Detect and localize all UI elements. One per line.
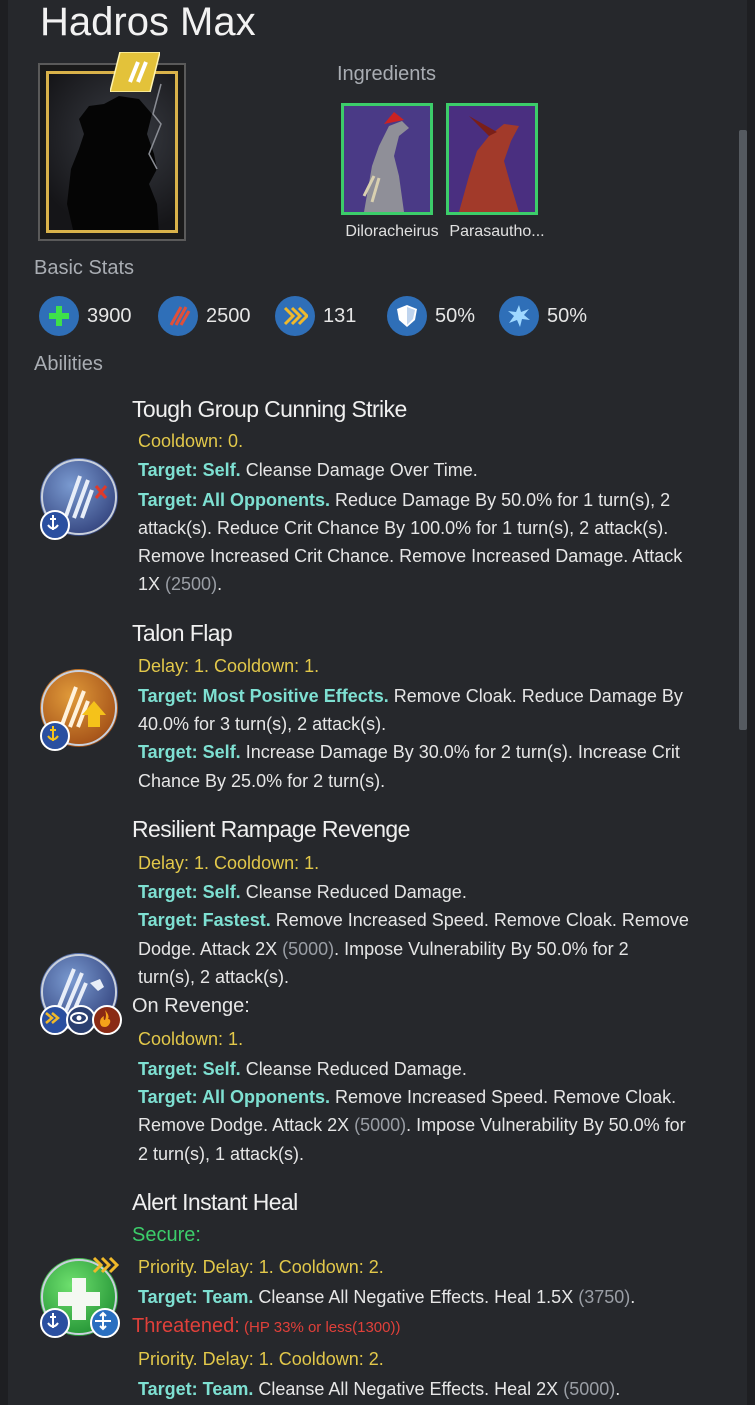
ability-icon[interactable] bbox=[40, 953, 122, 1035]
portrait-frame bbox=[46, 71, 178, 233]
page-title: Hadros Max bbox=[40, 0, 256, 44]
ingredient-name: Parasautho... bbox=[449, 223, 545, 240]
scrollbar[interactable] bbox=[739, 130, 747, 730]
stat-crit: 50% bbox=[499, 296, 587, 336]
ability-effect: Target: Self. Cleanse Reduced Damage. bbox=[138, 882, 467, 902]
ingredient-name: Diloracheirus bbox=[345, 223, 439, 240]
ingredient-card[interactable]: Diloracheirus bbox=[341, 103, 439, 240]
ingredient-card[interactable]: Parasautho... bbox=[446, 103, 545, 240]
ability-effect: Target: Self. Increase Damage By 30.0% f… bbox=[138, 742, 680, 762]
ability-cooldown: Priority. Delay: 1. Cooldown: 2. bbox=[138, 1349, 384, 1369]
damage-icon bbox=[158, 296, 198, 336]
rarity-badge-icon bbox=[110, 52, 160, 92]
health-icon bbox=[39, 296, 79, 336]
stat-speed: 131 bbox=[275, 296, 356, 336]
ability-effect: Dodge. Attack 2X (5000). Impose Vulnerab… bbox=[138, 939, 629, 959]
ability-icon[interactable] bbox=[40, 458, 118, 540]
ability-cooldown: Cooldown: 1. bbox=[138, 1029, 244, 1049]
ability-cooldown: Delay: 1. Cooldown: 1. bbox=[138, 656, 320, 676]
priority-icon bbox=[92, 1254, 122, 1280]
ability-effect: Target: Fastest. Remove Increased Speed.… bbox=[138, 910, 689, 930]
stat-value: 2500 bbox=[206, 304, 251, 327]
ability-effect: Target: Self. Cleanse Reduced Damage. bbox=[138, 1059, 467, 1079]
cleanse-icon bbox=[90, 1308, 120, 1338]
ingredients-label: Ingredients bbox=[337, 63, 436, 85]
anchor-icon bbox=[40, 721, 70, 751]
ability-effect: turn(s), 2 attack(s). bbox=[138, 967, 290, 987]
secure-label: Secure: bbox=[132, 1224, 201, 1246]
creature-detail-page: Hadros Max Ingredients Diloracheirus Par… bbox=[8, 0, 747, 1405]
ability-effect: 40.0% for 3 turn(s), 2 attack(s). bbox=[138, 714, 387, 734]
ability-effect: Chance By 25.0% for 2 turn(s). bbox=[138, 771, 386, 791]
ingredient-image bbox=[446, 103, 538, 215]
basic-stats-label: Basic Stats bbox=[34, 257, 135, 279]
ability-title: Talon Flap bbox=[132, 620, 233, 646]
crit-icon bbox=[499, 296, 539, 336]
ability-cooldown: Delay: 1. Cooldown: 1. bbox=[138, 853, 320, 873]
ability-effect: Target: All Opponents. Reduce Damage By … bbox=[138, 490, 671, 510]
ability-effect: Target: Self. Cleanse Damage Over Time. bbox=[138, 460, 478, 480]
ability-effect: Remove Increased Crit Chance. Remove Inc… bbox=[138, 546, 683, 566]
ability-title: Alert Instant Heal bbox=[132, 1189, 298, 1215]
stat-value: 50% bbox=[435, 304, 476, 327]
ability-effect: Target: Team. Cleanse All Negative Effec… bbox=[138, 1379, 621, 1399]
ability-cooldown: Priority. Delay: 1. Cooldown: 2. bbox=[138, 1257, 384, 1277]
abilities-label: Abilities bbox=[34, 353, 103, 375]
ability-effect: Target: Most Positive Effects. Remove Cl… bbox=[138, 686, 683, 706]
stat-health: 3900 bbox=[39, 296, 132, 336]
speed-icon bbox=[275, 296, 315, 336]
ability-effect: Target: Team. Cleanse All Negative Effec… bbox=[138, 1287, 636, 1307]
ability-effect: 2 turn(s), 1 attack(s). bbox=[138, 1144, 305, 1164]
stat-value: 50% bbox=[547, 304, 588, 327]
armor-icon bbox=[387, 296, 427, 336]
ability-icon[interactable] bbox=[40, 669, 118, 751]
ability-effect: attack(s). Reduce Crit Chance By 100.0% … bbox=[138, 518, 669, 538]
ability-cooldown: Cooldown: 0. bbox=[138, 431, 244, 451]
stat-armor: 50% bbox=[387, 296, 475, 336]
fire-icon bbox=[92, 1005, 122, 1035]
stat-value: 131 bbox=[323, 304, 357, 327]
ability-effect: 1X (2500). bbox=[138, 574, 223, 594]
ingredient-image bbox=[341, 103, 433, 215]
ability-title: Resilient Rampage Revenge bbox=[132, 816, 410, 842]
ability-title: Tough Group Cunning Strike bbox=[132, 396, 407, 422]
anchor-icon bbox=[40, 1308, 70, 1338]
ability-effect: Target: All Opponents. Remove Increased … bbox=[138, 1087, 677, 1107]
stat-value: 3900 bbox=[87, 304, 132, 327]
ability-icon[interactable] bbox=[40, 1256, 120, 1338]
anchor-icon bbox=[40, 510, 70, 540]
silhouette-image bbox=[67, 83, 162, 230]
stat-damage: 2500 bbox=[158, 296, 251, 336]
ability-effect: Remove Dodge. Attack 2X (5000). Impose V… bbox=[138, 1115, 686, 1135]
on-revenge-label: On Revenge: bbox=[132, 995, 250, 1017]
threatened-label: Threatened: (HP 33% or less(1300)) bbox=[132, 1315, 401, 1337]
